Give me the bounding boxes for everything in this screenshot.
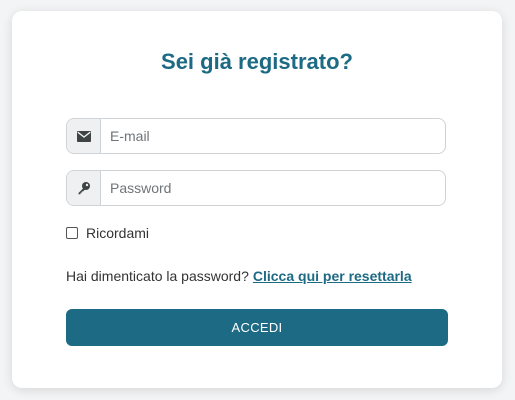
remember-me[interactable]: Ricordami [66, 225, 149, 241]
email-field-group [66, 118, 446, 154]
key-icon [67, 171, 101, 205]
forgot-password-row: Hai dimenticato la password? Clicca qui p… [66, 268, 412, 284]
remember-label: Ricordami [86, 225, 150, 241]
remember-checkbox[interactable] [66, 227, 78, 239]
login-card: Sei già registrato? Ricordami Hai diment… [12, 11, 502, 388]
reset-password-link[interactable]: Clicca qui per resettarla [253, 268, 412, 284]
email-input[interactable] [101, 119, 445, 153]
password-field-group [66, 170, 446, 206]
login-button[interactable]: ACCEDI [66, 309, 448, 346]
login-title: Sei già registrato? [161, 49, 353, 74]
forgot-password-text: Hai dimenticato la password? [66, 268, 249, 284]
envelope-icon [67, 119, 101, 153]
password-input[interactable] [101, 171, 445, 205]
